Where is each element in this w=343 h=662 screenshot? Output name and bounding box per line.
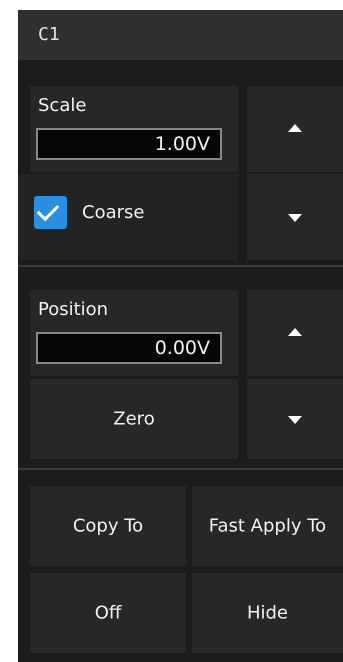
off-button[interactable]: Off (30, 573, 186, 653)
position-value-input[interactable]: 0.00V (36, 332, 222, 364)
hide-label: Hide (246, 602, 289, 624)
fast-apply-to-label: Fast Apply To (208, 515, 327, 537)
hide-button[interactable]: Hide (192, 573, 343, 653)
arrow-down-icon (288, 214, 302, 222)
channel-settings-panel: C1 Scale 1.00V Coarse Position 0.00V Zer… (18, 10, 343, 662)
section-divider (18, 468, 343, 470)
position-down-button[interactable] (247, 379, 343, 459)
zero-button[interactable]: Zero (30, 379, 238, 459)
copy-to-label: Copy To (72, 515, 144, 537)
channel-title: C1 (38, 24, 60, 45)
coarse-row: Coarse (18, 174, 238, 260)
coarse-label: Coarse (82, 202, 145, 223)
scale-value-input[interactable]: 1.00V (36, 128, 222, 160)
fast-apply-to-button[interactable]: Fast Apply To (192, 486, 343, 566)
scale-label: Scale (38, 95, 87, 116)
copy-to-button[interactable]: Copy To (30, 486, 186, 566)
scale-down-button[interactable] (247, 174, 343, 260)
scale-up-button[interactable] (247, 86, 343, 172)
off-label: Off (94, 602, 122, 624)
arrow-down-icon (288, 416, 302, 424)
position-field[interactable]: Position 0.00V (30, 290, 238, 376)
position-label: Position (38, 299, 109, 320)
arrow-up-icon (288, 328, 302, 336)
zero-label: Zero (113, 408, 155, 430)
position-up-button[interactable] (247, 290, 343, 376)
arrow-up-icon (288, 124, 302, 132)
section-divider (18, 265, 343, 267)
scale-field[interactable]: Scale 1.00V (30, 86, 238, 172)
coarse-checkbox[interactable] (34, 196, 67, 229)
panel-header: C1 (18, 10, 343, 60)
checkmark-icon (36, 198, 60, 222)
